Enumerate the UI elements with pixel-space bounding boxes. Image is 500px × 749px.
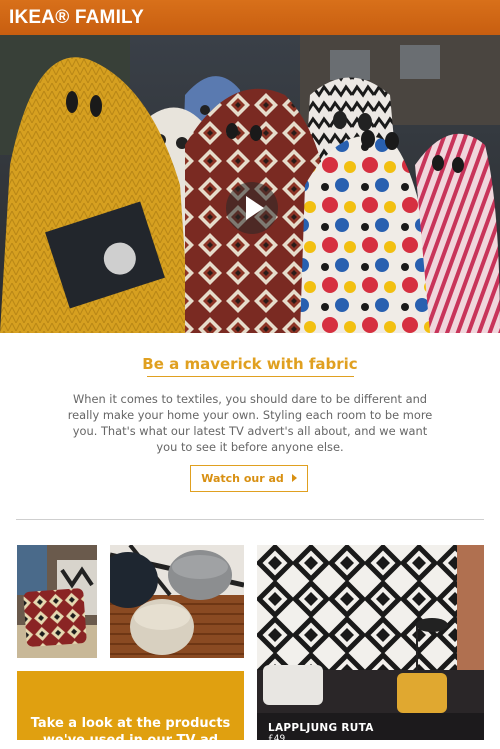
section-divider [16, 519, 484, 520]
products-promo-banner[interactable]: Take a look at the products we've used i… [17, 671, 244, 748]
ikea-family-logo[interactable]: IKEA® FAMILY [9, 7, 144, 29]
featured-product-name: LAPPLJUNG RUTA [268, 722, 374, 734]
play-icon [246, 196, 264, 220]
header-bar: IKEA® FAMILY [0, 0, 500, 35]
rug-image [257, 545, 484, 740]
product-tile-cushion[interactable] [17, 545, 97, 658]
watch-ad-label: Watch our ad [201, 472, 284, 485]
hero-video[interactable] [0, 35, 500, 333]
product-tile-poufs[interactable] [110, 545, 244, 658]
article-body: When it comes to textiles, you should da… [67, 392, 433, 454]
promo-text: Take a look at the products we've used i… [30, 716, 231, 748]
play-button[interactable] [226, 182, 278, 234]
cushion-image [17, 545, 97, 658]
headline-underline [147, 376, 354, 377]
product-tile-rug[interactable] [257, 545, 484, 740]
watch-ad-button[interactable]: Watch our ad [190, 465, 308, 492]
arrow-right-icon [291, 474, 297, 482]
article-headline: Be a maverick with fabric [142, 355, 358, 373]
poufs-image [110, 545, 244, 658]
